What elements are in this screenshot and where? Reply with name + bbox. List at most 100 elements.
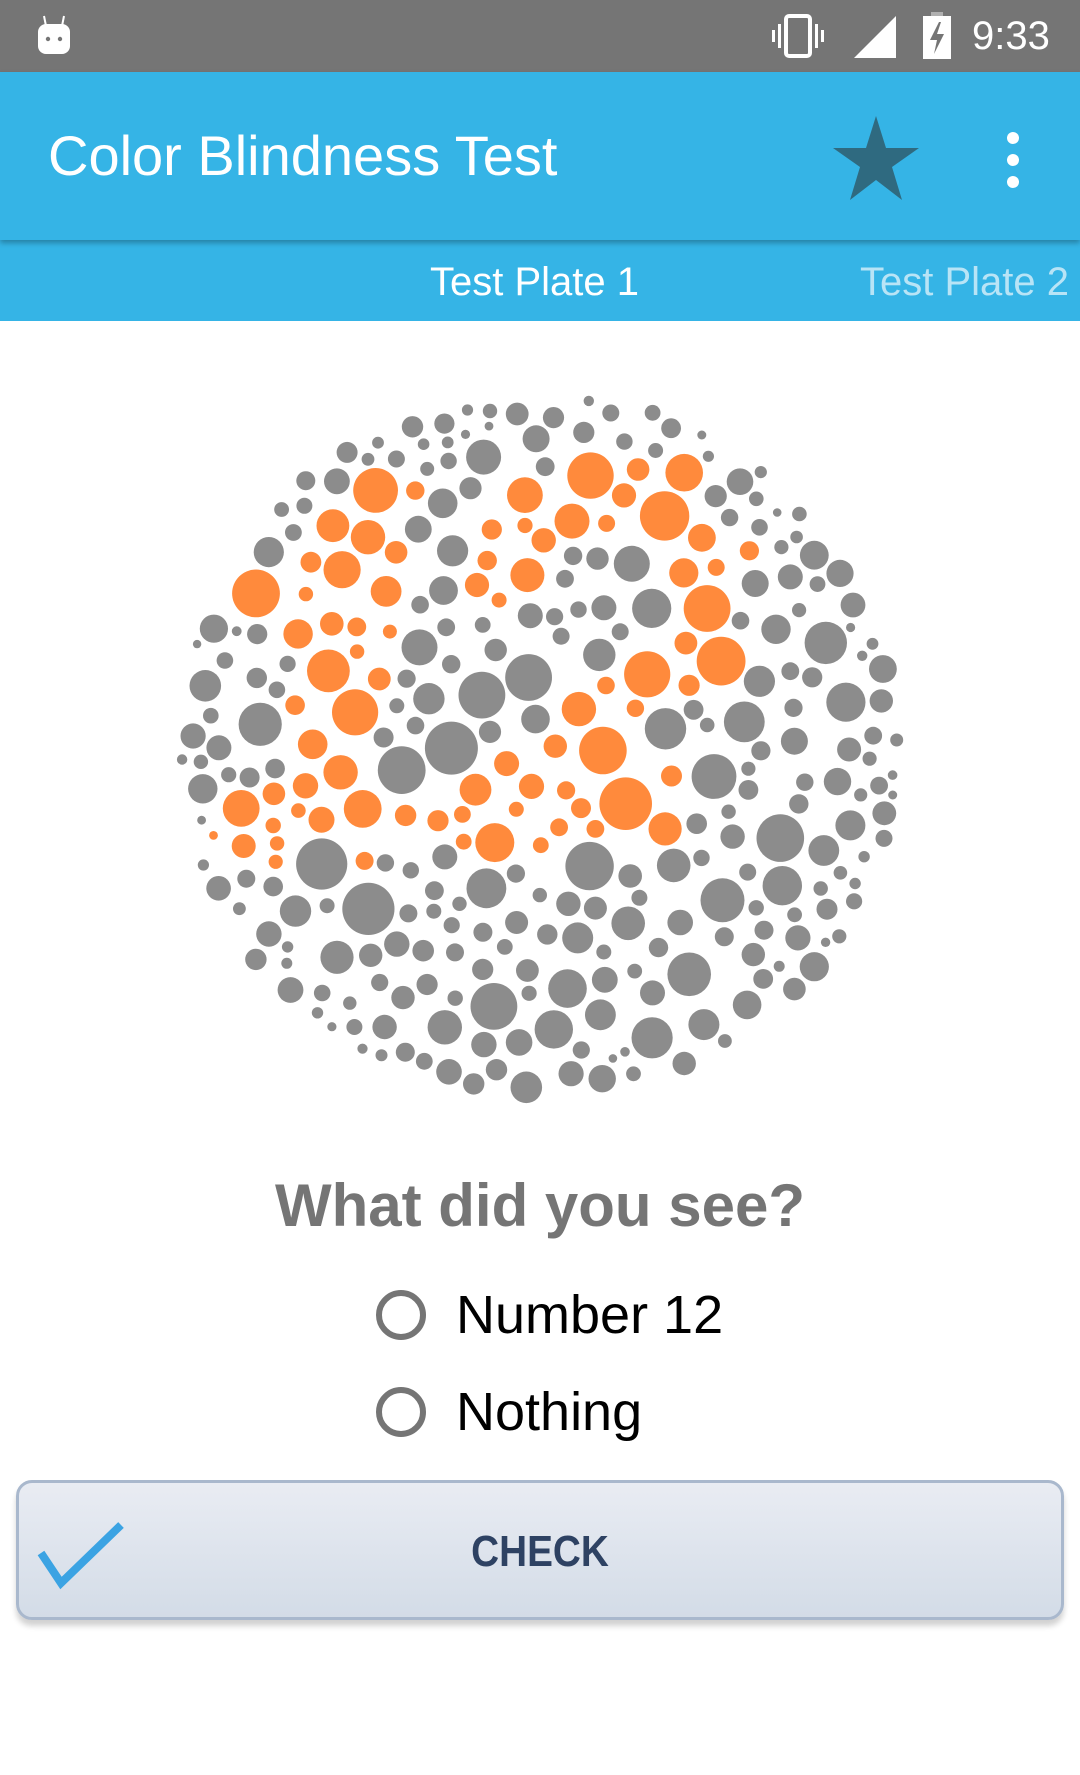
plate-dot-figure <box>464 572 490 598</box>
plate-dot-figure <box>268 854 283 869</box>
plate-dot-figure <box>586 820 605 838</box>
plate-dot-background <box>552 627 570 645</box>
plate-dot-figure <box>626 458 650 481</box>
star-icon[interactable] <box>826 110 926 210</box>
plate-dot-background <box>611 623 629 641</box>
plate-dot-background <box>596 944 612 960</box>
radio-button[interactable] <box>376 1387 426 1437</box>
plate-dot-background <box>846 622 856 633</box>
plate-dot-background <box>890 733 904 747</box>
plate-dot-background <box>521 704 550 734</box>
plate-dot-background <box>591 966 618 993</box>
plate-dot-background <box>535 457 555 477</box>
plate-dot-figure <box>323 755 358 790</box>
plate-dot-background <box>667 952 711 997</box>
plate-dot-figure <box>316 509 350 543</box>
plate-dot-background <box>206 735 232 761</box>
plate-dot-background <box>397 669 416 688</box>
plate-dot-background <box>570 601 587 618</box>
plate-dot-background <box>820 937 831 947</box>
plate-dot-background <box>361 452 375 466</box>
option-nothing[interactable]: Nothing <box>376 1372 642 1452</box>
plate-dot-background <box>721 804 736 819</box>
plate-dot-background <box>631 1017 673 1059</box>
plate-dot-background <box>470 983 518 1030</box>
plate-dot-background <box>773 960 785 972</box>
plate-dot-background <box>460 429 471 439</box>
plate-dot-background <box>537 924 558 945</box>
plate-dot-background <box>425 881 444 901</box>
plate-dot-background <box>702 450 715 462</box>
plate-dot-background <box>846 893 863 910</box>
plate-dot-background <box>854 788 868 802</box>
plate-dot-background <box>446 943 464 962</box>
plate-dot-background <box>754 466 767 479</box>
plate-dot-background <box>505 402 529 426</box>
plate-dot-background <box>699 717 715 733</box>
plate-dot-figure <box>567 452 614 499</box>
plate-dot-background <box>583 638 616 672</box>
plate-dot-background <box>233 902 246 916</box>
plate-dot-background <box>496 939 513 955</box>
plate-dot-figure <box>320 612 344 636</box>
plate-dot-background <box>265 758 285 779</box>
plate-dot-background <box>412 939 435 962</box>
plate-dot-figure <box>382 624 397 639</box>
tab-test-plate-2[interactable]: Test Plate 2 <box>860 258 1069 306</box>
plate-dot-background <box>285 524 302 541</box>
plate-dot-background <box>413 683 445 715</box>
plate-dot-background <box>693 849 710 867</box>
plate-dot-figure <box>406 481 425 500</box>
status-bar: 9:33 <box>0 0 1080 72</box>
plate-dot-background <box>417 438 430 450</box>
plate-dot-background <box>756 814 805 862</box>
plate-dot-figure <box>347 617 367 637</box>
plate-dot-background <box>866 637 879 650</box>
plate-dot-background <box>548 969 587 1008</box>
plate-dot-background <box>506 864 525 883</box>
plate-dot-background <box>231 626 242 637</box>
plate-dot-background <box>522 425 550 453</box>
plate-dot-figure <box>688 523 716 552</box>
plate-dot-background <box>434 413 455 434</box>
plate-dot-background <box>216 652 234 669</box>
plate-dot-background <box>402 862 419 879</box>
plate-dot-background <box>461 404 474 416</box>
plate-dot-background <box>463 1073 485 1095</box>
android-debug-icon <box>38 15 70 54</box>
plate-dot-background <box>741 570 769 597</box>
plate-dot-figure <box>579 726 627 775</box>
plate-dot-background <box>869 689 893 713</box>
overflow-menu-icon[interactable] <box>995 124 1031 196</box>
plate-dot-background <box>277 977 304 1003</box>
clock: 9:33 <box>972 14 1050 58</box>
radio-button[interactable] <box>376 1290 426 1340</box>
plate-dot-background <box>792 506 807 522</box>
plate-dot-background <box>404 515 432 543</box>
question-heading: What did you see? <box>274 1172 806 1239</box>
plate-dot-background <box>253 537 284 568</box>
tab-test-plate-1[interactable]: Test Plate 1 <box>430 258 639 306</box>
plate-dot-figure <box>517 517 533 534</box>
plate-dot-background <box>787 907 802 923</box>
plate-dot-figure <box>459 773 492 806</box>
plate-dot-figure <box>598 514 616 532</box>
check-button[interactable]: CHECK <box>16 1480 1064 1620</box>
option-number-12[interactable]: Number 12 <box>376 1275 723 1355</box>
plate-dot-figure <box>349 644 365 659</box>
plate-dot-background <box>432 844 458 870</box>
plate-dot-figure <box>518 773 545 799</box>
plate-dot-background <box>888 790 898 800</box>
plate-dot-background <box>808 835 840 866</box>
plate-dot-background <box>180 723 206 749</box>
plate-dot-background <box>739 863 757 881</box>
plate-dot-background <box>532 887 547 903</box>
plate-dot-figure <box>599 777 652 830</box>
plate-dot-background <box>189 670 222 702</box>
plate-dot-background <box>799 540 829 570</box>
plate-dot-background <box>436 1059 462 1085</box>
plate-dot-background <box>683 699 704 720</box>
signal-icon <box>854 16 896 58</box>
plate-dot-background <box>802 667 823 688</box>
app-bar: Color Blindness Test <box>0 72 1080 240</box>
